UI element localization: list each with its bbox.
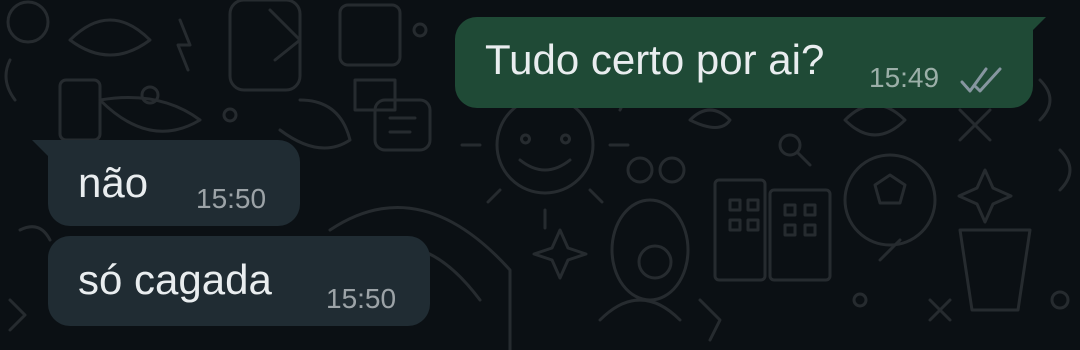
message-timestamp: 15:50: [326, 283, 397, 314]
message-text: só cagada: [78, 256, 272, 303]
message-text: Tudo certo por ai?: [485, 36, 825, 83]
incoming-message-bubble[interactable]: só cagada 15:50: [48, 236, 430, 326]
message-timestamp: 15:49: [869, 62, 940, 93]
outgoing-message-bubble[interactable]: Tudo certo por ai? 15:49: [455, 17, 1046, 108]
message-text: não: [78, 159, 149, 206]
bubble-tail: [32, 140, 48, 156]
read-check-icon: [960, 67, 1002, 93]
incoming-message-bubble[interactable]: não 15:50: [32, 140, 300, 226]
message-timestamp: 15:50: [196, 183, 267, 214]
bubble-tail: [1032, 17, 1046, 31]
